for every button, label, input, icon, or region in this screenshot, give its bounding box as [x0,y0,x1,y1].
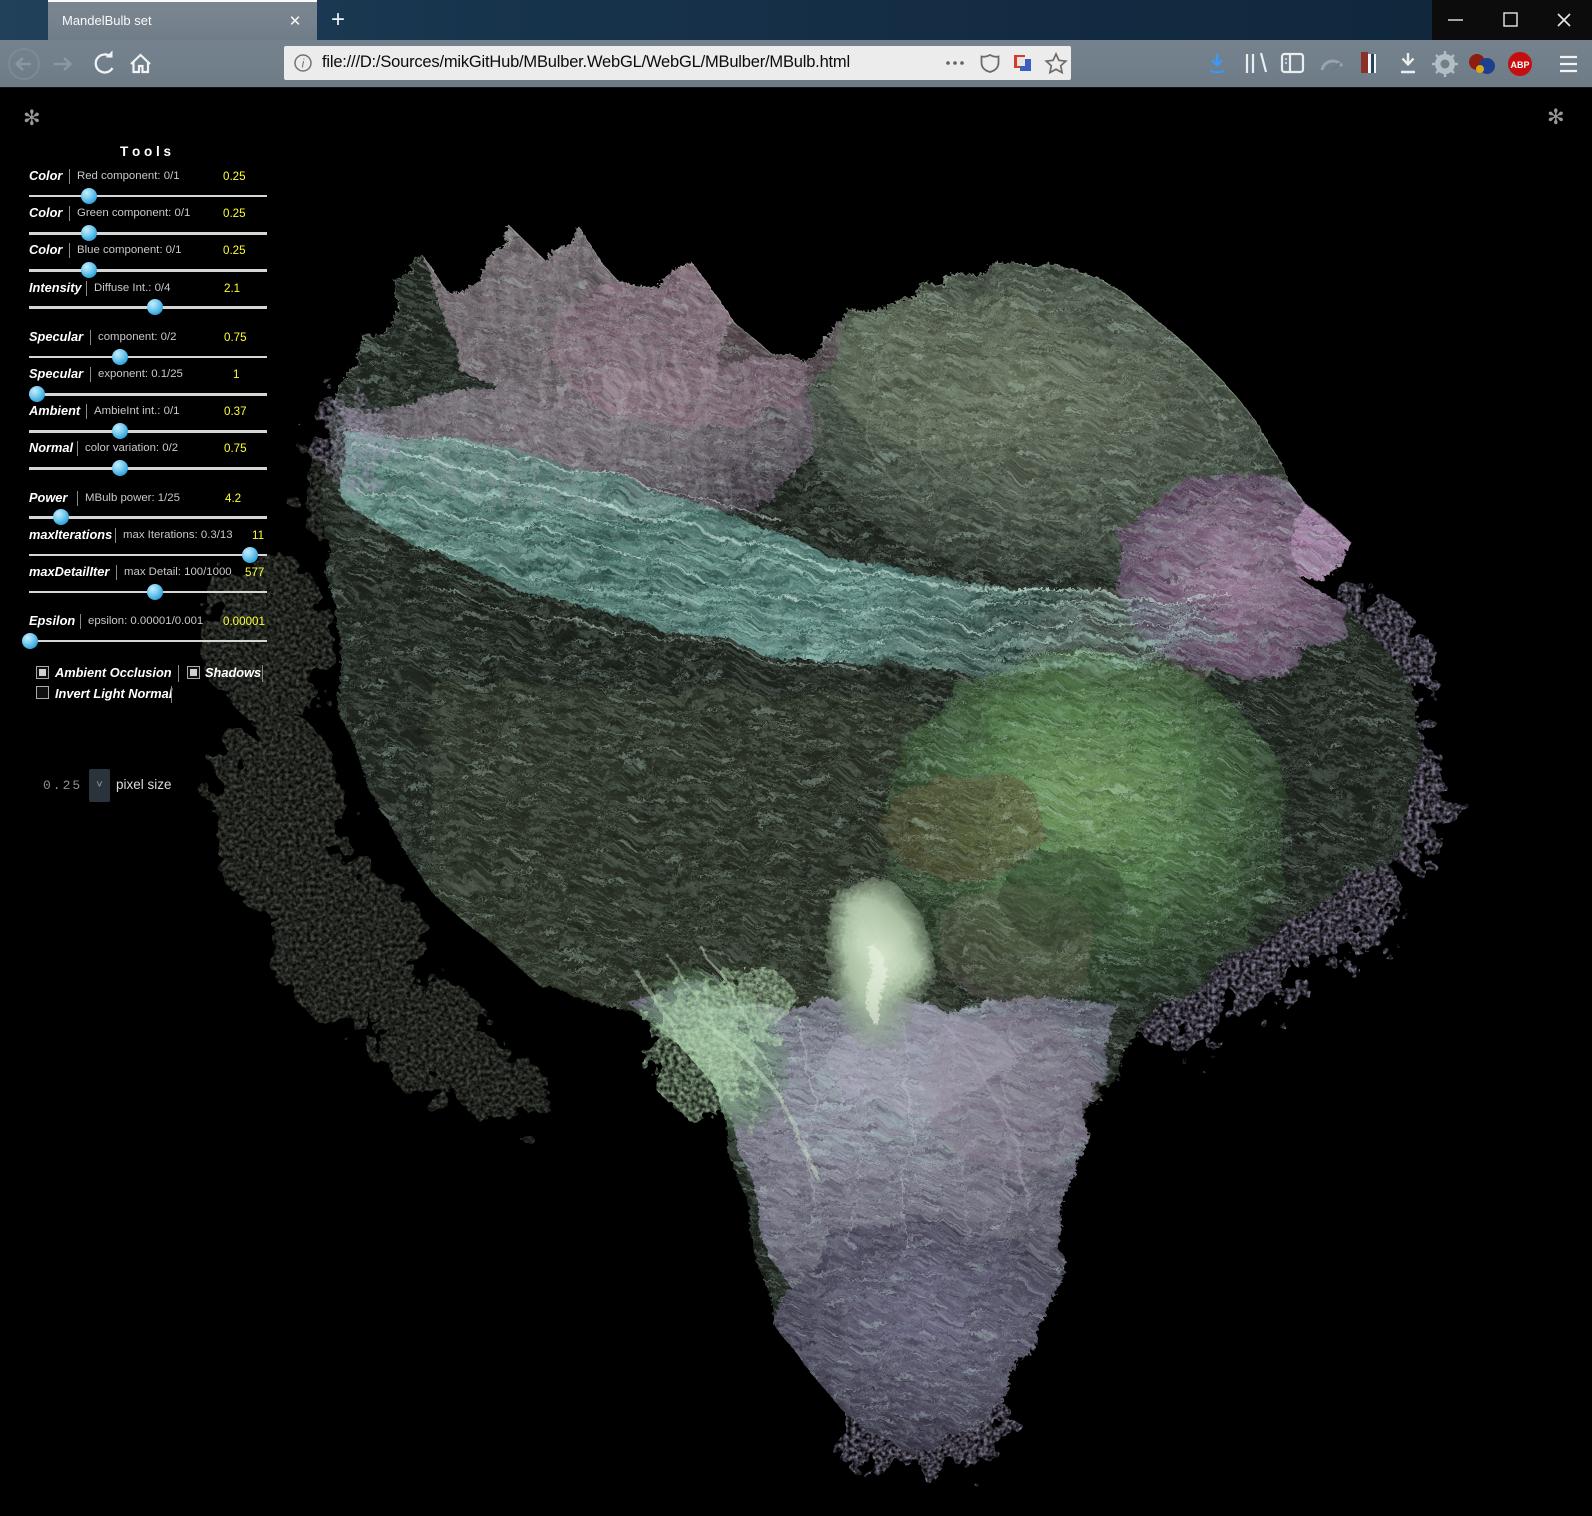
svg-text:ABP: ABP [1510,60,1529,70]
svg-text:i: i [302,57,305,71]
